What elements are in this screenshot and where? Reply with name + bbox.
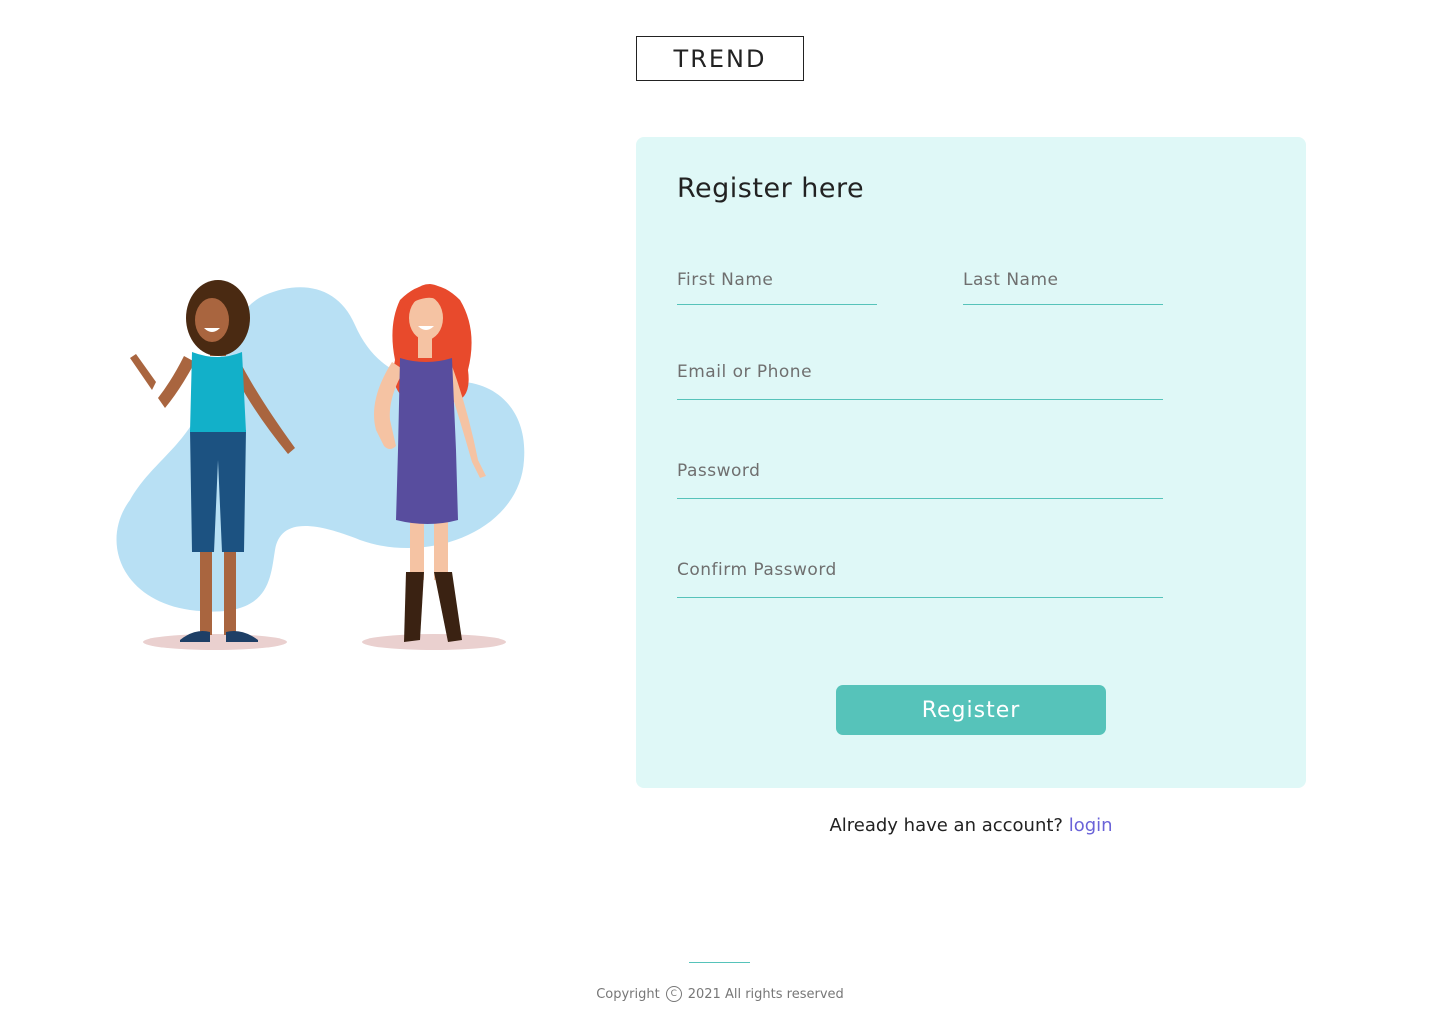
copyright-icon: C [665, 986, 682, 1002]
login-prompt-text: Already have an account? [829, 815, 1069, 836]
footer-divider [689, 962, 750, 963]
login-link[interactable]: login [1069, 815, 1113, 836]
copyright-year-text: 2021 All rights reserved [687, 986, 844, 1002]
register-card: Register here Register [636, 137, 1306, 788]
password-input[interactable] [677, 456, 1163, 499]
shadow-left [143, 634, 287, 650]
first-name-input[interactable] [677, 267, 877, 305]
brand-logo[interactable]: TREND [636, 36, 804, 81]
email-or-phone-input[interactable] [677, 357, 1163, 400]
register-page: TREND Register here First Name Last Name… [0, 0, 1440, 1026]
footer-copyright: Copyright C 2021 All rights reserved [560, 986, 880, 1002]
confirm-password-input[interactable] [677, 555, 1163, 598]
form-title: Register here [677, 173, 865, 204]
shadow-right [362, 634, 506, 650]
copyright-label: Copyright [596, 986, 660, 1002]
two-women-illustration [116, 280, 525, 650]
login-prompt: Already have an account? login [636, 815, 1306, 836]
register-button[interactable]: Register [836, 685, 1106, 735]
last-name-input[interactable] [963, 267, 1163, 305]
